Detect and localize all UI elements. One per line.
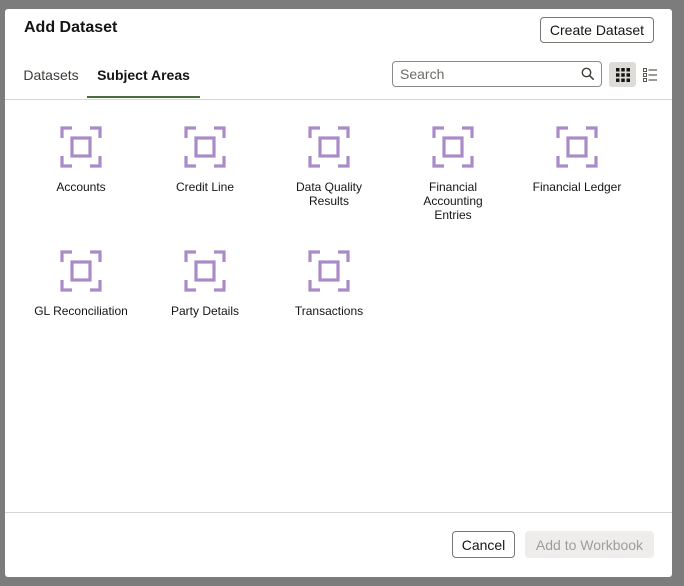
cancel-button[interactable]: Cancel bbox=[452, 531, 515, 558]
subject-area-tile[interactable]: Data Quality Results bbox=[267, 126, 391, 208]
subject-area-label: GL Reconciliation bbox=[34, 304, 128, 318]
subject-area-icon bbox=[60, 126, 102, 168]
add-to-workbook-button[interactable]: Add to Workbook bbox=[525, 531, 654, 558]
footer-divider bbox=[5, 512, 672, 513]
create-dataset-button[interactable]: Create Dataset bbox=[540, 17, 654, 43]
subject-area-tile[interactable]: GL Reconciliation bbox=[19, 250, 143, 318]
subject-area-tile[interactable]: Accounts bbox=[19, 126, 143, 194]
subject-area-label: Data Quality Results bbox=[295, 180, 363, 208]
search-input[interactable] bbox=[400, 64, 575, 84]
subject-area-label: Transactions bbox=[294, 304, 364, 318]
subject-area-icon bbox=[60, 250, 102, 292]
add-dataset-dialog: Add Dataset Create Dataset Datasets Subj… bbox=[5, 9, 672, 577]
subject-area-icon bbox=[184, 250, 226, 292]
subject-area-tile[interactable]: Party Details bbox=[143, 250, 267, 318]
subject-area-tile[interactable]: Financial Accounting Entries bbox=[391, 126, 515, 222]
subject-area-icon bbox=[308, 126, 350, 168]
dialog-title: Add Dataset bbox=[24, 19, 118, 36]
subject-area-label: Party Details bbox=[170, 304, 240, 318]
subject-area-label: Credit Line bbox=[175, 180, 235, 194]
list-view-icon bbox=[642, 67, 657, 82]
subject-area-icon bbox=[556, 126, 598, 168]
subject-area-tile[interactable]: Financial Ledger bbox=[515, 126, 639, 194]
subject-area-grid: Accounts Credit Line Data Quality Result… bbox=[5, 100, 672, 512]
tab-subject-areas[interactable]: Subject Areas bbox=[87, 61, 200, 99]
list-view-button[interactable] bbox=[636, 62, 663, 87]
subject-area-label: Accounts bbox=[56, 180, 106, 194]
subject-area-icon bbox=[432, 126, 474, 168]
subject-area-label: Financial Accounting Entries bbox=[423, 180, 483, 222]
subject-area-tile[interactable]: Transactions bbox=[267, 250, 391, 318]
subject-area-label: Financial Ledger bbox=[532, 180, 622, 194]
grid-view-icon bbox=[615, 67, 630, 82]
subject-area-tile[interactable]: Credit Line bbox=[143, 126, 267, 194]
search-icon[interactable] bbox=[581, 67, 594, 80]
subject-area-icon bbox=[308, 250, 350, 292]
search-box bbox=[392, 61, 602, 87]
grid-view-button[interactable] bbox=[609, 62, 636, 87]
subject-area-icon bbox=[184, 126, 226, 168]
tab-datasets[interactable]: Datasets bbox=[17, 61, 85, 99]
